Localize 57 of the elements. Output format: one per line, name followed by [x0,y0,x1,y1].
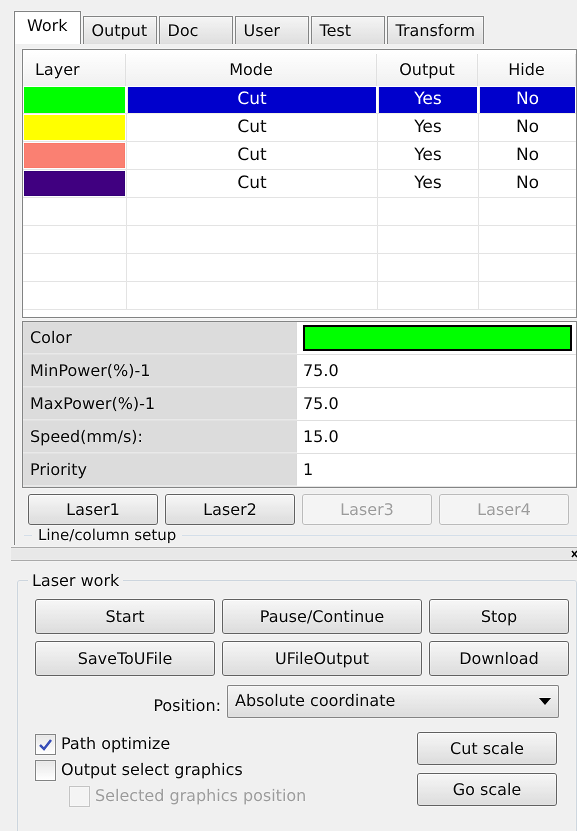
layer-color-swatch[interactable] [24,115,125,140]
property-label: Speed(mm/s): [23,421,297,453]
position-label: Position: [152,695,222,717]
column-header[interactable]: Hide [478,54,576,86]
column-header[interactable]: Layer [23,54,126,86]
table-cell[interactable]: No [479,87,575,112]
color-swatch[interactable] [303,325,572,351]
layer-color-swatch[interactable] [24,87,125,112]
property-label: Color [23,322,297,354]
table-cell[interactable]: Cut [127,87,376,112]
dropdown-caret-icon [539,698,551,704]
action-button[interactable]: Pause/Continue [222,599,422,634]
laser-button[interactable]: Laser2 [165,494,295,525]
tab[interactable]: Work [14,11,81,44]
property-label: MaxPower(%)-1 [23,388,297,420]
checkbox[interactable] [35,734,56,754]
table-cell[interactable]: Cut [126,170,377,197]
scale-button[interactable]: Go scale [417,773,557,806]
property-label: Priority [23,454,297,486]
scale-button[interactable]: Cut scale [417,732,557,765]
table-cell[interactable]: No [478,142,576,169]
action-button[interactable]: Start [35,599,215,634]
tab[interactable]: Output [82,16,157,44]
table-cell[interactable]: Yes [377,142,478,169]
column-header[interactable]: Output [377,54,478,86]
action-button[interactable]: SaveToUFile [35,641,215,676]
checkbox-label: Selected graphics position [95,785,306,807]
position-dropdown[interactable]: Absolute coordinate [227,684,559,718]
property-value[interactable]: 75.0 [303,359,339,383]
tab[interactable]: Doc [158,16,233,44]
table-cell[interactable]: Yes [377,170,478,197]
action-button[interactable]: UFileOutput [222,641,422,676]
tab[interactable]: Test [310,16,385,44]
layer-color-swatch[interactable] [24,143,125,168]
property-label: MinPower(%)-1 [23,355,297,387]
laser-button[interactable]: Laser1 [28,494,158,525]
table-cell[interactable]: Yes [377,114,478,141]
column-header[interactable]: Mode [126,54,377,86]
checkbox[interactable] [35,760,56,780]
checkbox-label: Output select graphics [61,759,243,781]
action-button[interactable]: Stop [429,599,569,634]
property-value[interactable]: 1 [303,458,314,482]
table-cell[interactable]: Cut [126,142,377,169]
tab[interactable]: Transform [386,16,484,44]
table-cell[interactable]: Cut [126,114,377,141]
close-icon[interactable] [571,550,577,558]
tab[interactable]: User [234,16,309,44]
checkmark-icon [38,738,53,750]
group-title: Line/column setup [32,526,182,544]
checkbox-label: Path optimize [61,733,170,755]
table-cell[interactable]: No [478,114,576,141]
table-cell[interactable]: No [478,170,576,197]
layer-color-swatch[interactable] [24,171,125,196]
action-button[interactable]: Download [429,641,569,676]
property-value[interactable]: 15.0 [303,425,339,449]
property-value[interactable]: 75.0 [303,392,339,416]
table-cell[interactable]: Yes [378,87,477,112]
